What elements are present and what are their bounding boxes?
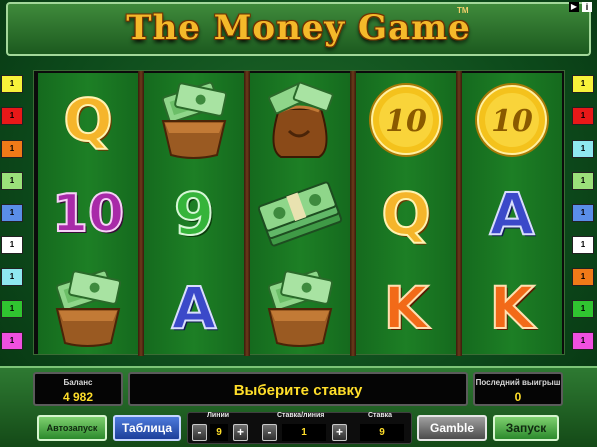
line-marker[interactable]: 1 <box>1 300 23 318</box>
lines-increase-button[interactable]: + <box>233 424 248 441</box>
symbol-text: K <box>489 274 536 342</box>
symbol-wallet <box>250 261 350 355</box>
sound-icon[interactable]: ▶ <box>569 2 579 12</box>
total-bet-label: Ставка <box>368 412 393 419</box>
last-win-display: Последний выигрыш 0 <box>473 372 563 406</box>
spin-button[interactable]: Запуск <box>493 415 559 441</box>
reel-divider <box>456 71 462 356</box>
balance-label: Баланс <box>63 378 93 387</box>
lines-label: Линии <box>207 412 230 419</box>
svg-text:10: 10 <box>385 104 427 139</box>
symbol-text: Q <box>62 86 113 154</box>
reel-2: 9A <box>144 73 244 354</box>
line-marker[interactable]: 1 <box>1 236 23 254</box>
symbol-k: K <box>462 261 562 355</box>
symbol-9: 9 <box>144 167 244 261</box>
line-marker[interactable]: 1 <box>1 332 23 350</box>
title-banner: The Money Game TM <box>6 2 591 56</box>
reel-divider <box>350 71 356 356</box>
symbol-text: Q <box>380 180 431 248</box>
symbol-a: A <box>144 261 244 355</box>
bet-per-line-value: 1 <box>282 424 326 441</box>
autostart-button[interactable]: Автозапуск <box>37 415 107 441</box>
bet-per-line-decrease-button[interactable]: - <box>262 424 277 441</box>
game-title: The Money Game <box>126 8 471 48</box>
reels-area: Q 10 9 A 10 Q K 10 A K <box>33 70 565 356</box>
symbol-10: 10 <box>38 167 138 261</box>
symbol-text: 9 <box>173 180 215 248</box>
symbol-text: K <box>383 274 430 342</box>
line-marker[interactable]: 1 <box>1 140 23 158</box>
line-marker[interactable]: 1 <box>1 204 23 222</box>
line-marker[interactable]: 1 <box>1 107 23 125</box>
balance-value: 4 982 <box>62 390 94 404</box>
line-marker[interactable]: 1 <box>572 204 594 222</box>
symbol-a: A <box>462 167 562 261</box>
last-win-label: Последний выигрыш <box>475 378 561 387</box>
symbol-k: K <box>356 261 456 355</box>
line-marker[interactable]: 1 <box>572 300 594 318</box>
symbol-money-bag <box>250 73 350 167</box>
symbol-cash-stack <box>250 167 350 261</box>
line-marker[interactable]: 1 <box>1 172 23 190</box>
line-marker[interactable]: 1 <box>572 236 594 254</box>
total-bet-value: 9 <box>360 424 404 441</box>
symbol-text: 10 <box>51 184 125 244</box>
line-marker[interactable]: 1 <box>1 268 23 286</box>
reel-4: 10 Q K <box>356 73 456 354</box>
symbol-gold-coin: 10 <box>462 73 562 167</box>
balance-display: Баланс 4 982 <box>33 372 123 406</box>
bet-per-line-increase-button[interactable]: + <box>332 424 347 441</box>
info-icon[interactable]: i <box>582 2 592 12</box>
reel-3 <box>250 73 350 354</box>
svg-text:10: 10 <box>491 104 533 139</box>
symbol-wallet <box>38 261 138 355</box>
line-marker[interactable]: 1 <box>1 75 23 93</box>
line-marker[interactable]: 1 <box>572 332 594 350</box>
reel-1: Q 10 <box>38 73 138 354</box>
game-screen: The Money Game TM ▶ i 111111111 11111111… <box>0 0 597 447</box>
lines-decrease-button[interactable]: - <box>192 424 207 441</box>
lines-value: 9 <box>210 424 228 441</box>
last-win-value: 0 <box>514 390 522 404</box>
reel-5: 10 A K <box>462 73 562 354</box>
trademark-mark: TM <box>457 6 469 15</box>
symbol-q: Q <box>356 167 456 261</box>
symbol-text: A <box>489 180 536 248</box>
message-display: Выберите ставку <box>128 372 468 406</box>
line-marker[interactable]: 1 <box>572 140 594 158</box>
line-marker[interactable]: 1 <box>572 172 594 190</box>
gamble-button[interactable]: Gamble <box>417 415 487 441</box>
symbol-text: A <box>171 274 218 342</box>
reel-divider <box>244 71 250 356</box>
symbol-wallet <box>144 73 244 167</box>
reel-divider <box>138 71 144 356</box>
symbol-q: Q <box>38 73 138 167</box>
paytable-button[interactable]: Таблица <box>113 415 181 441</box>
line-marker[interactable]: 1 <box>572 107 594 125</box>
status-message: Выберите ставку <box>233 382 363 399</box>
bet-per-line-label: Ставка/линия <box>277 412 325 419</box>
line-marker[interactable]: 1 <box>572 268 594 286</box>
line-marker[interactable]: 1 <box>572 75 594 93</box>
symbol-gold-coin: 10 <box>356 73 456 167</box>
